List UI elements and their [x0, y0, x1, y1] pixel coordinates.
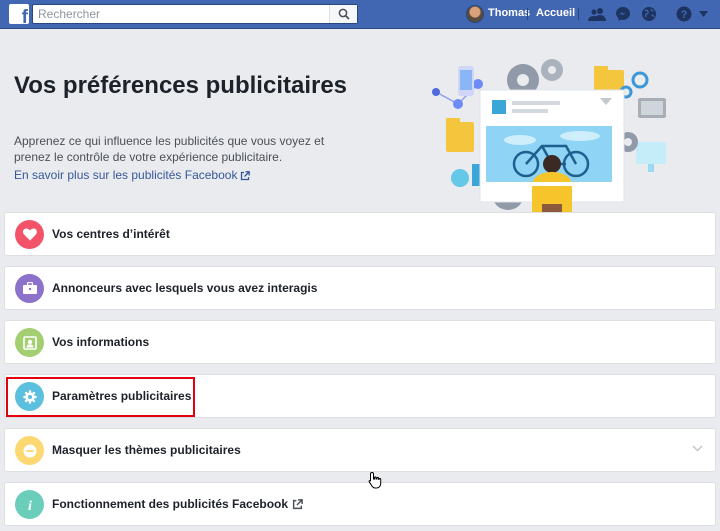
external-link-icon: [241, 171, 251, 181]
heart-icon: [22, 228, 37, 241]
info-icon: i: [28, 499, 32, 512]
section-hide-ad-topics[interactable]: Masquer les thèmes publicitaires: [4, 428, 716, 472]
section-ad-settings[interactable]: Paramètres publicitaires: [4, 374, 716, 418]
svg-text:?: ?: [681, 9, 688, 21]
hand-cursor-icon: [368, 471, 382, 489]
messenger-button[interactable]: [614, 5, 632, 23]
heart-icon-badge: [15, 220, 44, 249]
gear-icon-badge: [15, 382, 44, 411]
section-label-text: Fonctionnement des publicités Facebook: [52, 497, 289, 511]
nav-divider: [527, 8, 528, 20]
search-input[interactable]: [33, 5, 329, 23]
notifications-button[interactable]: [640, 5, 658, 23]
briefcase-icon: [22, 282, 37, 294]
page-description: Apprenez ce qui influence les publicités…: [14, 134, 325, 164]
messenger-icon: [616, 7, 630, 21]
learn-more-link[interactable]: En savoir plus sur les publicités Facebo…: [14, 168, 251, 182]
section-label: Paramètres publicitaires: [52, 389, 192, 403]
friend-requests-button[interactable]: [588, 5, 606, 23]
friend-requests-icon: [588, 8, 606, 21]
section-label: Masquer les thèmes publicitaires: [52, 443, 241, 457]
briefcase-icon-badge: [15, 274, 44, 303]
search-icon: [338, 8, 350, 20]
contact-card-icon-badge: [15, 328, 44, 357]
facebook-logo-icon[interactable]: f: [9, 4, 29, 24]
search-box: [32, 4, 358, 24]
caret-down-icon: [698, 11, 708, 17]
section-label: Fonctionnement des publicités Facebook: [52, 497, 303, 511]
home-link[interactable]: Accueil: [536, 7, 575, 19]
svg-text:i: i: [28, 499, 32, 512]
section-how-ads-work[interactable]: i Fonctionnement des publicités Facebook: [4, 482, 716, 526]
chevron-down-icon[interactable]: [692, 445, 703, 452]
section-your-information[interactable]: Vos informations: [4, 320, 716, 364]
gear-icon: [22, 389, 37, 404]
section-advertisers[interactable]: Annonceurs avec lesquels vous avez inter…: [4, 266, 716, 310]
learn-more-link-label: En savoir plus sur les publicités Facebo…: [14, 168, 238, 182]
contact-card-icon: [22, 335, 37, 350]
account-menu-button[interactable]: [697, 5, 709, 23]
external-link-icon: [292, 499, 303, 510]
section-interests[interactable]: Vos centres d’intérêt: [4, 212, 716, 256]
globe-icon: [642, 7, 656, 21]
ad-preferences-illustration: [432, 59, 666, 214]
help-icon: ?: [676, 6, 692, 22]
top-navigation-bar: f Thomas Accueil ?: [0, 0, 720, 29]
help-button[interactable]: ?: [675, 5, 693, 23]
minus-icon-badge: [15, 436, 44, 465]
page-title: Vos préférences publicitaires: [14, 72, 348, 99]
nav-divider: [578, 8, 579, 20]
section-label: Vos centres d’intérêt: [52, 227, 170, 241]
minus-icon: [23, 444, 36, 457]
section-label: Vos informations: [52, 335, 150, 349]
info-icon-badge: i: [15, 490, 44, 519]
avatar[interactable]: [466, 5, 484, 23]
profile-name-link[interactable]: Thomas: [488, 7, 530, 19]
search-button[interactable]: [329, 5, 357, 23]
section-label: Annonceurs avec lesquels vous avez inter…: [52, 281, 318, 295]
